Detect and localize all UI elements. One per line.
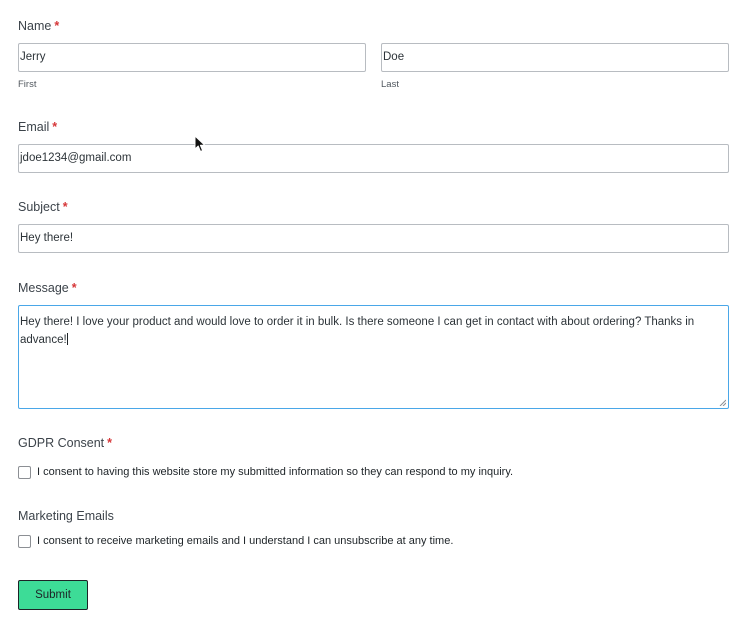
message-textarea[interactable]: Hey there! I love your product and would…	[18, 305, 729, 409]
subject-label: Subject *	[18, 199, 68, 215]
message-text: Hey there! I love your product and would…	[20, 316, 695, 346]
subject-input[interactable]: Hey there!	[18, 224, 729, 253]
last-name-input[interactable]: Doe	[381, 43, 729, 72]
first-name-sublabel: First	[18, 79, 37, 90]
required-asterisk: *	[107, 436, 113, 450]
message-label: Message *	[18, 280, 77, 296]
text-caret	[66, 333, 68, 345]
first-name-input[interactable]: Jerry	[18, 43, 366, 72]
mouse-pointer-icon	[194, 135, 206, 152]
gdpr-consent-checkbox-label[interactable]: I consent to having this website store m…	[37, 465, 513, 479]
email-input[interactable]: jdoe1234@gmail.com	[18, 144, 729, 173]
message-label-text: Message	[18, 281, 69, 295]
marketing-emails-checkbox[interactable]	[18, 535, 31, 548]
email-label-text: Email	[18, 120, 50, 134]
marketing-emails-checkbox-label[interactable]: I consent to receive marketing emails an…	[37, 534, 453, 548]
last-name-sublabel: Last	[381, 79, 399, 90]
submit-button[interactable]: Submit	[18, 580, 88, 610]
required-asterisk: *	[62, 200, 68, 214]
required-asterisk: *	[52, 120, 58, 134]
email-label: Email *	[18, 119, 57, 135]
name-label: Name *	[18, 18, 59, 34]
required-asterisk: *	[71, 281, 77, 295]
gdpr-consent-label: GDPR Consent *	[18, 435, 112, 451]
textarea-resize-icon[interactable]	[719, 399, 726, 406]
name-label-text: Name	[18, 19, 52, 33]
subject-label-text: Subject	[18, 200, 60, 214]
marketing-emails-label: Marketing Emails	[18, 509, 114, 523]
required-asterisk: *	[54, 19, 60, 33]
gdpr-consent-label-text: GDPR Consent	[18, 436, 105, 450]
gdpr-consent-checkbox[interactable]	[18, 466, 31, 479]
